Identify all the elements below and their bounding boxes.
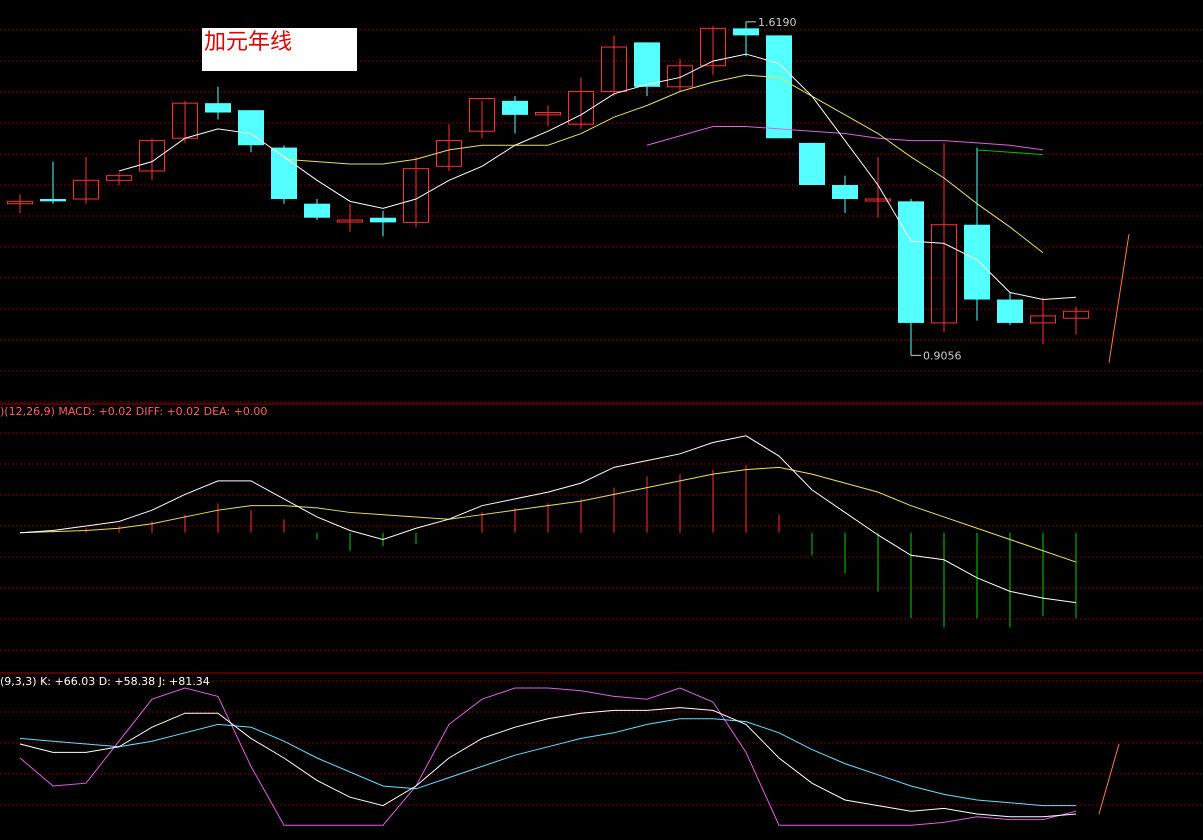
candle-body [205,103,231,113]
ma-purple-line [646,126,1044,151]
kdj-header: (9,3,3) K: +66.03 D: +58.38 J: +81.34 [0,675,210,688]
forecast-line [1108,234,1130,363]
candle-body [898,201,924,323]
candle-body [997,299,1023,323]
candle-body [634,42,660,87]
candlestick-chart[interactable]: 1.6190 0.9056 [0,0,1203,836]
kdj-k-line [19,707,1077,818]
candle-body [304,203,330,218]
chart-title: 加元年线 [202,28,357,71]
high-label: 1.6190 [758,16,797,29]
candle-body [370,217,396,223]
ma-yellow-line [283,74,1044,254]
candle-body [271,147,297,200]
chart-stage[interactable]: 1.6190 0.9056 加元年线 )(12,26,9) MACD: +0.02… [0,0,1203,836]
ma-white-line [118,53,1077,301]
candle-body [799,142,825,185]
macd-header: )(12,26,9) MACD: +0.02 DIFF: +0.02 DEA: … [0,405,268,418]
kdj-d-line [19,718,1076,807]
candle-body [40,199,66,202]
kdj-forecast-line [1098,743,1120,815]
candle-body [766,35,792,139]
candle-body [964,224,990,300]
candle-body [832,184,858,200]
candle-body [502,100,528,115]
candle-body [733,28,759,36]
low-label: 0.9056 [923,349,962,362]
